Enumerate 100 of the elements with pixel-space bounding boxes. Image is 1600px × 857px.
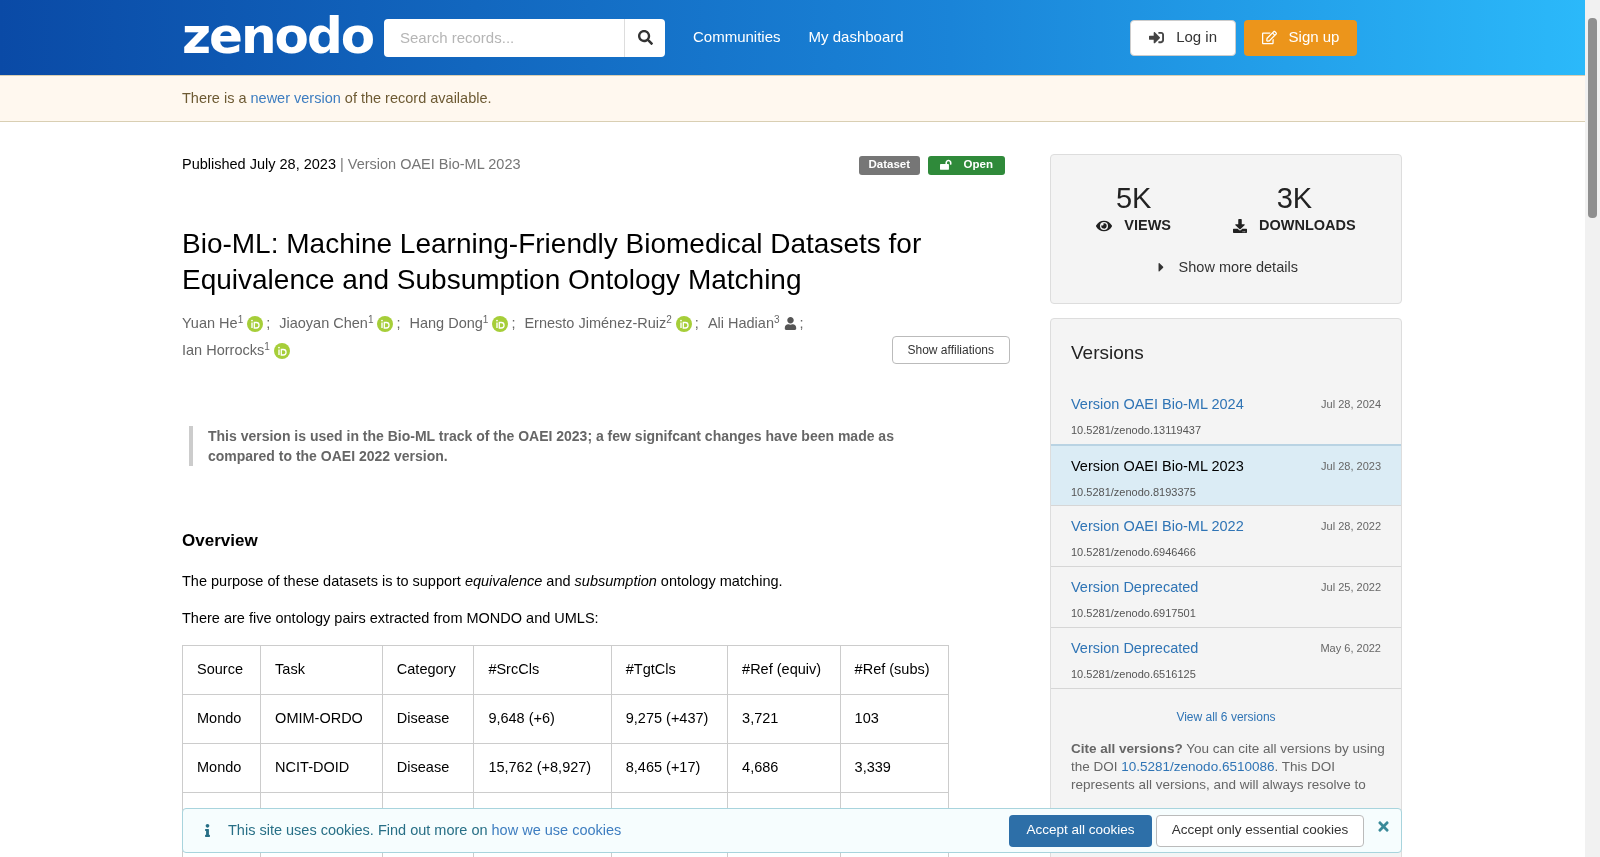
version-date: May 6, 2022	[1320, 641, 1381, 657]
edit-icon	[1261, 30, 1277, 45]
author-name[interactable]: Jiaoyan Chen	[279, 310, 368, 337]
search-icon	[637, 30, 653, 45]
author-separator: ;	[694, 314, 699, 333]
logo[interactable]: zenodo	[182, 7, 384, 64]
sign-in-icon	[1149, 30, 1165, 45]
unlock-icon	[940, 159, 952, 171]
table-cell: 9,275 (+437)	[611, 694, 728, 744]
author-name[interactable]: Ali Hadian	[707, 310, 774, 337]
paragraph: The purpose of these datasets is to support equivalence and subsumption ontology matching.	[182, 571, 784, 591]
table-cell: Disease	[382, 743, 474, 793]
orcid-icon	[492, 315, 509, 332]
author-separator: ;	[396, 314, 401, 333]
orcid-icon	[377, 315, 394, 332]
affiliation-number: 2	[666, 314, 672, 325]
affiliation-number: 1	[367, 314, 374, 325]
stat-label: VIEWS	[1124, 216, 1172, 235]
stat-label: DOWNLOADS	[1259, 216, 1356, 235]
stat-value: 5K	[1115, 183, 1152, 213]
version-date: Jul 28, 2024	[1321, 397, 1381, 413]
section-heading: Overview	[182, 530, 259, 552]
orcid-icon	[675, 315, 692, 332]
version-item[interactable]: Version OAEI Bio-ML 2023 Jul 28, 2023 10.5281/zenodo.8193375	[1051, 444, 1401, 506]
version-item[interactable]: Version OAEI Bio-ML 2022 Jul 28, 2022 10.5281/zenodo.6946466	[1051, 505, 1401, 567]
affiliation-number: 1	[264, 341, 270, 352]
accept-all-cookies-button[interactable]: Accept all cookies	[1009, 814, 1152, 847]
versions-heading: Versions	[1070, 341, 1145, 365]
affiliation-number: 1	[482, 314, 489, 325]
author-name[interactable]: Hang Dong	[409, 310, 483, 337]
author-name[interactable]: Ernesto Jiménez-Ruiz	[524, 310, 667, 337]
column-header: #Ref (equiv)	[727, 645, 841, 695]
access-badge: Open	[928, 155, 1005, 175]
stat-value: 3K	[1276, 183, 1313, 213]
orcid-icon	[247, 315, 264, 332]
person-icon	[783, 317, 797, 330]
author-separator: ;	[266, 314, 271, 333]
scrollbar[interactable]	[1585, 0, 1600, 857]
author-separator: ;	[799, 314, 804, 333]
table-cell: 103	[840, 694, 949, 744]
affiliation-number: 1	[237, 314, 244, 325]
search-button[interactable]	[624, 18, 665, 57]
version-date: Jul 28, 2022	[1321, 519, 1381, 535]
nav-link[interactable]: My dashboard	[808, 26, 904, 49]
record-title: Bio-ML: Machine Learning-Friendly Biomedical Datasets for Equivalence and Subsumption Ontology Matching	[182, 227, 923, 297]
newer-version-link[interactable]: newer version	[250, 89, 341, 106]
table-cell: 4,686	[727, 743, 841, 793]
version-item[interactable]: Version Deprecated May 6, 2022 10.5281/zenodo.6516125	[1051, 627, 1401, 689]
version-date: Jul 28, 2023	[1321, 459, 1381, 475]
version-doi: 10.5281/zenodo.6516125	[1071, 667, 1197, 683]
resource-type-badge: Dataset	[858, 155, 921, 175]
paragraph: There are five ontology pairs extracted from MONDO and UMLS:	[182, 609, 600, 629]
version-title[interactable]: Version OAEI Bio-ML 2023	[1071, 455, 1244, 478]
table-cell: 9,648 (+6)	[473, 694, 612, 744]
cite-all-versions-text: Cite all versions? You can cite all versions by using the DOI 10.5281/zenodo.6510086. This DOI represents all versions, and will always resolve to	[1070, 739, 1386, 794]
table-cell: NCIT-DOID	[260, 743, 383, 793]
scrollbar-thumb[interactable]	[1588, 18, 1597, 218]
separator: |	[340, 155, 344, 175]
column-header: Source	[182, 645, 261, 695]
table-cell: 3,339	[840, 743, 949, 793]
author-name[interactable]: Yuan He	[182, 310, 238, 337]
version-doi: 10.5281/zenodo.6946466	[1071, 545, 1197, 561]
version-title[interactable]: Version OAEI Bio-ML 2024	[1071, 393, 1244, 416]
version-title[interactable]: Version OAEI Bio-ML 2022	[1071, 515, 1244, 538]
publication-date: Published July 28, 2023	[182, 155, 336, 175]
column-header: #Ref (subs)	[840, 645, 949, 695]
description-quote: This version is used in the Bio-ML track of the OAEI 2023; a few signifcant changes have been made as compared to the OAEI 2022 version.	[189, 426, 959, 466]
column-header: #SrcCls	[473, 645, 612, 695]
nav-link[interactable]: Communities	[693, 26, 781, 49]
table-cell: OMIM-ORDO	[260, 694, 383, 744]
version-date: Jul 25, 2022	[1321, 580, 1381, 596]
version-item[interactable]: Version OAEI Bio-ML 2024 Jul 28, 2024 10.5281/zenodo.13119437	[1051, 383, 1401, 445]
column-header: #TgtCls	[611, 645, 728, 695]
version-doi: 10.5281/zenodo.6917501	[1071, 606, 1197, 622]
column-header: Task	[260, 645, 383, 695]
orcid-icon	[273, 342, 290, 359]
table-cell: Mondo	[182, 743, 261, 793]
table-cell: 3,721	[727, 694, 841, 744]
affiliation-number: 3	[773, 314, 780, 325]
search-field[interactable]: Search records...	[384, 18, 624, 57]
version-title[interactable]: Version Deprecated	[1071, 576, 1199, 599]
version-label: Version OAEI Bio-ML 2023	[347, 155, 521, 175]
version-doi: 10.5281/zenodo.13119437	[1071, 423, 1203, 439]
show-affiliations-button[interactable]: Show affiliations	[891, 336, 1010, 364]
table-cell: 8,465 (+17)	[611, 743, 728, 793]
accept-essential-cookies-button[interactable]: Accept only essential cookies	[1156, 814, 1364, 847]
close-button[interactable]	[1376, 819, 1391, 834]
login-button[interactable]: Log in	[1130, 19, 1236, 56]
table-cell: Disease	[382, 694, 474, 744]
column-header: Category	[382, 645, 474, 695]
notice-message: There is a newer version of the record available.	[182, 88, 492, 108]
cookie-policy-link[interactable]: how we use cookies	[491, 821, 622, 838]
show-more-details-button[interactable]: Show more details	[1154, 256, 1298, 279]
version-item[interactable]: Version Deprecated Jul 25, 2022 10.5281/zenodo.6917501	[1051, 566, 1401, 628]
author-name[interactable]: Ian Horrocks	[182, 337, 265, 364]
close-icon	[1376, 819, 1391, 834]
version-title[interactable]: Version Deprecated	[1071, 637, 1199, 660]
table-cell: Mondo	[182, 694, 261, 744]
cookie-message: This site uses cookies. Find out more on how we use cookies	[228, 820, 622, 840]
view-all-versions-link[interactable]: View all 6 versions	[1176, 707, 1276, 726]
